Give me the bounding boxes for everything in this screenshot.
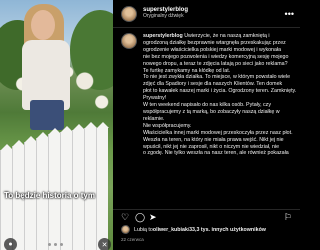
caption-line: wpuścił, nikt jej nie zaprosił, nikt o n…: [143, 143, 280, 150]
post-media[interactable]: To będzie historia o tym ● ✕: [0, 0, 113, 250]
mute-icon[interactable]: ✕: [98, 238, 111, 250]
bookmark-icon[interactable]: ⚐: [284, 213, 292, 222]
carousel-dots: [48, 243, 63, 246]
tag-icon[interactable]: ●: [4, 238, 17, 250]
caption-line: reklamie.: [143, 115, 165, 122]
caption-line: nie bez mojego pozwolenia i wiedzy komer…: [143, 53, 289, 60]
caption-line: Właścicielka innej marki modowej przesko…: [143, 129, 293, 136]
caption-text: superstylerblog Uwierzycie, że na naszą …: [143, 33, 297, 157]
video-subtitle: To będzie historia o tym: [4, 191, 95, 200]
avatar[interactable]: [121, 5, 137, 22]
caption-line: Nie współpracujemy.: [143, 122, 192, 129]
heart-icon[interactable]: ♡: [121, 213, 129, 222]
caption-line: o zgodę. Nie tylko weszła na nasz teren,…: [143, 150, 289, 157]
caption-line: współpracujemy z tą marką, bo zobaczyły …: [143, 108, 280, 115]
caption-line: Te furtkę zamykamy na kłódkę od lat.: [143, 67, 231, 74]
caption-line: W ten weekend napisało do nas kilka osób…: [143, 102, 271, 109]
caption-line: Prywatny!: [143, 95, 167, 102]
likes-summary: Lubią to oliwer_kubiak i 33,3 tys. innyc…: [121, 225, 266, 234]
avatar[interactable]: [121, 225, 130, 234]
liked-by-count[interactable]: 33,3 tys. innych użytkowników: [189, 227, 266, 233]
caption-line: nowego dropu, a teraz te zdjęcia latają …: [143, 60, 288, 67]
post-panel: superstylerblog Oryginalny dźwięk ••• su…: [113, 0, 300, 250]
caption-line: płot to kawałek naszej marki i życia. Og…: [143, 88, 297, 95]
liked-by-user[interactable]: oliwer_kubiak: [153, 227, 188, 233]
caption-line: zdjęć dla Spadiory i sesje dla naszych K…: [143, 81, 283, 88]
comment-icon[interactable]: ◯: [135, 213, 145, 222]
post-date: 22 czerwca: [121, 237, 144, 242]
post-actions: ♡ ◯ ➤ ⚐: [113, 209, 300, 223]
avatar[interactable]: [121, 33, 137, 49]
caption-username[interactable]: superstylerblog: [143, 33, 183, 39]
person-face: [31, 10, 55, 40]
caption-line: ogrodzoną działkę bezprawnie wtargnęła p…: [143, 39, 286, 46]
caption-line: ogrodzenie właścicielka polskiej marki m…: [143, 46, 282, 53]
caption-line: Weszła na teren, na który nie miała praw…: [143, 136, 284, 143]
likes-prefix: Lubią to: [134, 226, 153, 233]
more-icon[interactable]: •••: [285, 9, 294, 19]
audio-label[interactable]: Oryginalny dźwięk: [143, 14, 188, 20]
white-fence: [0, 122, 113, 250]
caption-line: To nie jest zwykła działka. To miejsce, …: [143, 74, 291, 81]
person-pants: [30, 100, 64, 130]
caption-line: Uwierzycie, że na naszą zamkniętą i: [184, 33, 270, 39]
post-caption: superstylerblog Uwierzycie, że na naszą …: [121, 33, 297, 157]
post-header: superstylerblog Oryginalny dźwięk •••: [113, 0, 300, 28]
share-icon[interactable]: ➤: [149, 213, 157, 222]
